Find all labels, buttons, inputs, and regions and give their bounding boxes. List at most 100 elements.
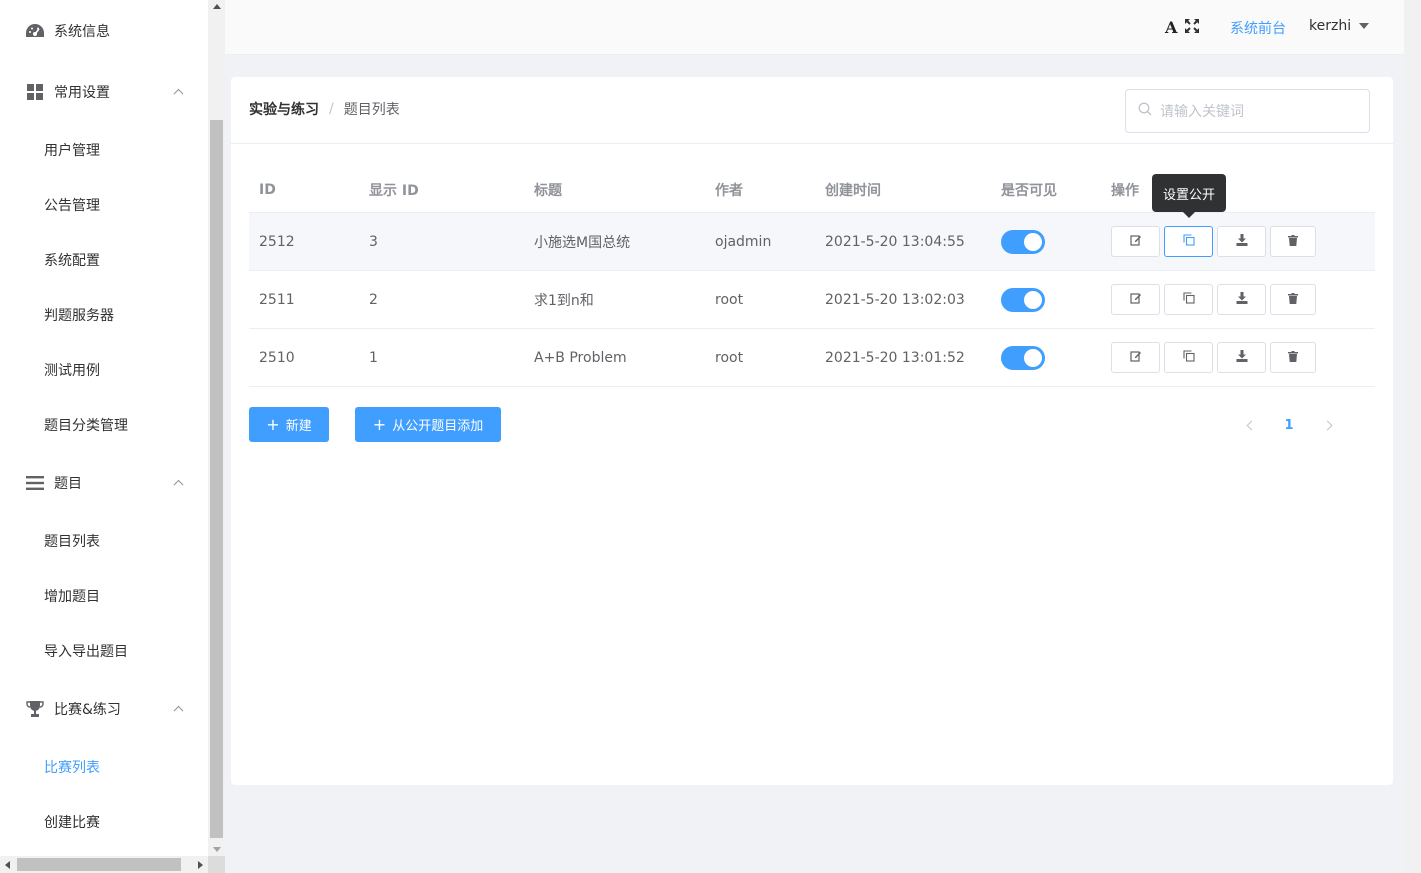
username: kerzhi — [1309, 18, 1352, 34]
sidebar-item-create-contest[interactable]: 创建比赛 — [0, 794, 208, 849]
toggle-knob — [1024, 348, 1042, 367]
prev-page-button[interactable] — [1231, 415, 1271, 435]
cell-ops — [1101, 342, 1375, 373]
edit-button[interactable] — [1111, 284, 1160, 315]
scroll-left-arrow-icon[interactable] — [5, 861, 10, 869]
download-icon — [1236, 291, 1248, 308]
page-number[interactable]: 1 — [1271, 418, 1307, 433]
sidebar-item-import-export[interactable]: 导入导出题目 — [0, 623, 208, 678]
menu-contests-label: 比赛&练习 — [54, 701, 121, 718]
breadcrumb-separator: / — [329, 101, 334, 117]
cell-visible — [991, 345, 1101, 370]
copy-button[interactable] — [1164, 342, 1213, 373]
download-icon — [1236, 233, 1248, 250]
scroll-up-arrow-icon[interactable] — [213, 4, 221, 9]
trash-icon — [1288, 234, 1298, 250]
breadcrumb-parent[interactable]: 实验与练习 — [249, 99, 319, 119]
sidebar-item-test-cases[interactable]: 测试用例 — [0, 342, 208, 397]
front-site-link[interactable]: 系统前台 — [1230, 18, 1286, 38]
cell-visible — [991, 287, 1101, 312]
chevron-right-icon — [1322, 420, 1332, 430]
delete-button[interactable] — [1270, 284, 1316, 315]
header-title: 标题 — [534, 182, 562, 199]
cell-id: 2512 — [259, 233, 295, 250]
sidebar-item-judge-server[interactable]: 判题服务器 — [0, 287, 208, 342]
trophy-icon — [24, 698, 46, 720]
sidebar-item-contest-list[interactable]: 比赛列表 — [0, 739, 208, 794]
menu-system-info[interactable]: 系统信息 — [0, 0, 208, 61]
cell-author: root — [715, 349, 744, 366]
trash-icon — [1288, 292, 1298, 308]
table-row[interactable]: 2511 2 求1到n和 root 2021-5-20 13:02:03 — [249, 271, 1375, 329]
header-display-id: 显示 ID — [369, 182, 419, 199]
font-size-icon[interactable]: A — [1165, 18, 1177, 37]
delete-button[interactable] — [1270, 226, 1316, 257]
cell-ops — [1101, 226, 1375, 257]
download-button[interactable] — [1217, 226, 1266, 257]
tooltip-arrow — [1183, 212, 1195, 218]
menu-contests[interactable]: 比赛&练习 — [0, 678, 208, 739]
download-icon — [1236, 349, 1248, 366]
download-button[interactable] — [1217, 342, 1266, 373]
copy-button[interactable] — [1164, 226, 1213, 257]
header-visible: 是否可见 — [1001, 182, 1057, 199]
sidebar-item-system-config[interactable]: 系统配置 — [0, 232, 208, 287]
next-page-button[interactable] — [1307, 415, 1347, 435]
tooltip-set-public: 设置公开 — [1152, 174, 1227, 218]
cell-id: 2511 — [259, 291, 295, 308]
cell-title: A+B Problem — [534, 349, 627, 366]
sidebar-horizontal-scrollbar[interactable] — [0, 856, 208, 873]
header-id: ID — [259, 181, 276, 198]
user-dropdown[interactable]: kerzhi — [1309, 18, 1370, 34]
dashboard-icon — [24, 20, 46, 42]
header-created: 创建时间 — [825, 182, 881, 199]
sidebar-item-user-management[interactable]: 用户管理 — [0, 122, 208, 177]
menu-system-info-label: 系统信息 — [54, 23, 110, 40]
sidebar-vertical-scrollbar[interactable] — [208, 0, 225, 856]
scrollbar-thumb[interactable] — [17, 858, 181, 871]
table-row[interactable]: 2510 1 A+B Problem root 2021-5-20 13:01:… — [249, 329, 1375, 387]
header-icons: A — [1165, 18, 1200, 37]
sidebar-item-announcements[interactable]: 公告管理 — [0, 177, 208, 232]
grid-icon — [24, 81, 46, 103]
visible-toggle[interactable] — [1001, 287, 1045, 312]
download-button[interactable] — [1217, 284, 1266, 315]
edit-icon — [1129, 234, 1142, 250]
fullscreen-icon[interactable] — [1185, 18, 1200, 37]
menu-problems[interactable]: 题目 — [0, 452, 208, 513]
sidebar-item-problem-list[interactable]: 题目列表 — [0, 513, 208, 568]
sidebar-item-add-problem[interactable]: 增加题目 — [0, 568, 208, 623]
search-input[interactable]: 请输入关键词 — [1125, 89, 1370, 133]
edit-button[interactable] — [1111, 342, 1160, 373]
scrollbar-thumb[interactable] — [210, 120, 223, 838]
cell-display-id: 1 — [369, 349, 378, 366]
toggle-knob — [1024, 290, 1042, 309]
cell-display-id: 3 — [369, 233, 378, 250]
menu-problems-label: 题目 — [54, 475, 82, 492]
cell-created: 2021-5-20 13:04:55 — [825, 233, 965, 250]
page-vertical-scrollbar[interactable] — [1404, 0, 1421, 873]
sidebar-item-problem-categories[interactable]: 题目分类管理 — [0, 397, 208, 452]
breadcrumb-current: 题目列表 — [343, 102, 400, 118]
visible-toggle[interactable] — [1001, 229, 1045, 254]
search-placeholder: 请输入关键词 — [1160, 104, 1244, 120]
visible-toggle[interactable] — [1001, 345, 1045, 370]
new-button[interactable]: + 新建 — [249, 407, 329, 442]
plus-icon: + — [372, 414, 387, 434]
menu-common-settings[interactable]: 常用设置 — [0, 61, 208, 122]
problem-list-card: 实验与练习 / 题目列表 请输入关键词 ID 显示 ID 标题 作者 创建时间 … — [231, 77, 1393, 785]
edit-icon — [1129, 350, 1142, 366]
search-icon — [1138, 102, 1152, 120]
scroll-right-arrow-icon[interactable] — [198, 861, 203, 869]
cell-display-id: 2 — [369, 291, 378, 308]
copy-button[interactable] — [1164, 284, 1213, 315]
cell-created: 2021-5-20 13:01:52 — [825, 349, 965, 366]
top-header: A 系统前台 kerzhi — [225, 0, 1404, 55]
table-row[interactable]: 2512 3 小施选M国总统 ojadmin 2021-5-20 13:04:5… — [249, 213, 1375, 271]
edit-button[interactable] — [1111, 226, 1160, 257]
tooltip-text: 设置公开 — [1163, 187, 1216, 203]
scroll-down-arrow-icon[interactable] — [213, 847, 221, 852]
list-icon — [24, 472, 46, 494]
add-from-public-button[interactable]: + 从公开题目添加 — [355, 407, 501, 442]
delete-button[interactable] — [1270, 342, 1316, 373]
